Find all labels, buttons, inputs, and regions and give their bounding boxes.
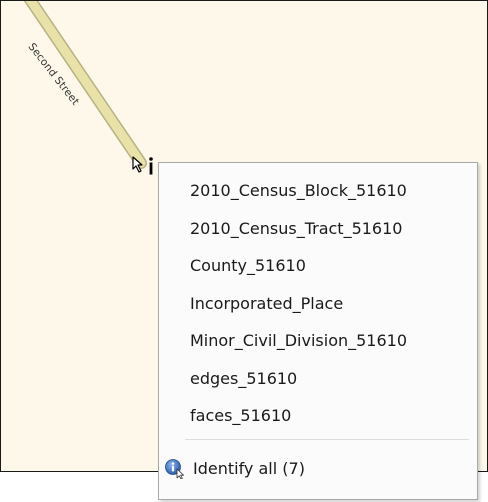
menu-separator — [185, 439, 469, 440]
menu-item-census-block[interactable]: 2010_Census_Block_51610 — [159, 172, 477, 210]
identify-context-menu: 2010_Census_Block_51610 2010_Census_Trac… — [158, 162, 478, 500]
menu-item-county[interactable]: County_51610 — [159, 247, 477, 285]
identify-info-icon — [165, 459, 184, 479]
menu-item-incorporated-place[interactable]: Incorporated_Place — [159, 285, 477, 323]
menu-item-identify-all[interactable]: Identify all (7) — [159, 451, 477, 487]
identify-cursor-icon — [132, 156, 153, 175]
menu-item-minor-civil-division[interactable]: Minor_Civil_Division_51610 — [159, 322, 477, 360]
identify-all-label: Identify all (7) — [193, 459, 305, 478]
menu-item-edges[interactable]: edges_51610 — [159, 360, 477, 398]
menu-item-faces[interactable]: faces_51610 — [159, 397, 477, 435]
menu-item-census-tract[interactable]: 2010_Census_Tract_51610 — [159, 210, 477, 248]
